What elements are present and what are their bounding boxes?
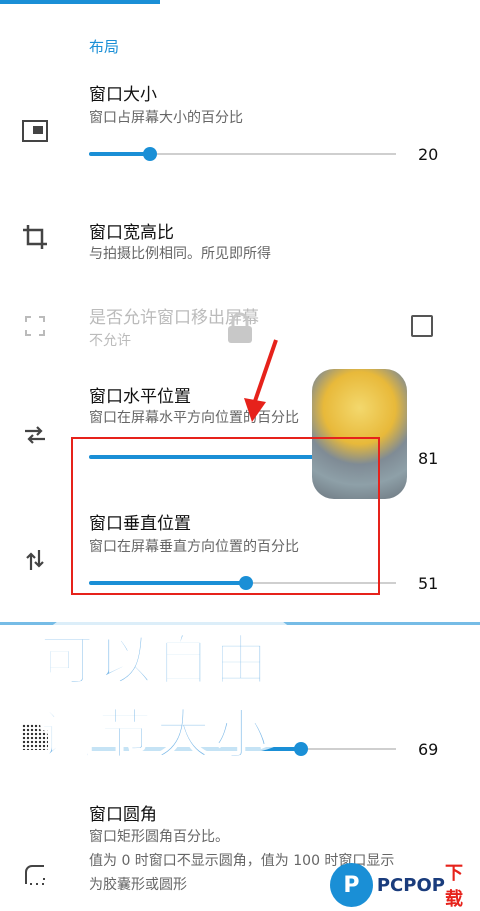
logo-letter: P <box>330 863 373 907</box>
overlay-caption-line2: 调节大小 <box>39 702 272 767</box>
window-size-value: 20 <box>418 145 439 164</box>
opacity-value: 69 <box>418 740 439 759</box>
watermark-logo: P PCPOP 下载 <box>330 862 480 910</box>
tab-indicator <box>0 0 160 4</box>
overlay-caption-line1: 可以自由 <box>39 628 272 693</box>
slider-thumb[interactable] <box>293 742 308 756</box>
logo-suffix: 下载 <box>444 863 463 910</box>
allow-offscreen-subtitle: 不允许 <box>89 333 131 349</box>
window-size-title: 窗口大小 <box>89 85 157 105</box>
section-title: 布局 <box>89 38 120 56</box>
swap-vertical-icon <box>22 547 48 573</box>
vertical-position-value: 51 <box>418 574 439 593</box>
aspect-ratio-title[interactable]: 窗口宽高比 <box>89 218 174 243</box>
corner-radius-desc2: 为胶囊形或圆形 <box>89 877 187 893</box>
aspect-ratio-subtitle: 与拍摄比例相同。所见即所得 <box>89 246 271 262</box>
corner-radius-subtitle: 窗口矩形圆角百分比。 <box>89 829 229 845</box>
logo-name: PCPOP <box>376 874 445 896</box>
rounded-corner-icon <box>22 862 48 888</box>
window-size-slider[interactable] <box>89 147 396 161</box>
horizontal-position-title: 窗口水平位置 <box>89 387 191 407</box>
crop-icon <box>22 224 48 250</box>
horizontal-position-value: 81 <box>418 449 439 468</box>
swap-horizontal-icon <box>22 422 48 448</box>
slider-thumb[interactable] <box>143 147 158 161</box>
pointer-arrow <box>244 339 278 422</box>
allow-offscreen-checkbox[interactable] <box>411 315 433 337</box>
fullscreen-icon <box>22 313 48 339</box>
corner-radius-title: 窗口圆角 <box>89 805 157 825</box>
picture-in-picture-icon <box>22 118 48 144</box>
window-size-subtitle: 窗口占屏幕大小的百分比 <box>89 110 243 126</box>
highlight-box <box>71 437 380 595</box>
